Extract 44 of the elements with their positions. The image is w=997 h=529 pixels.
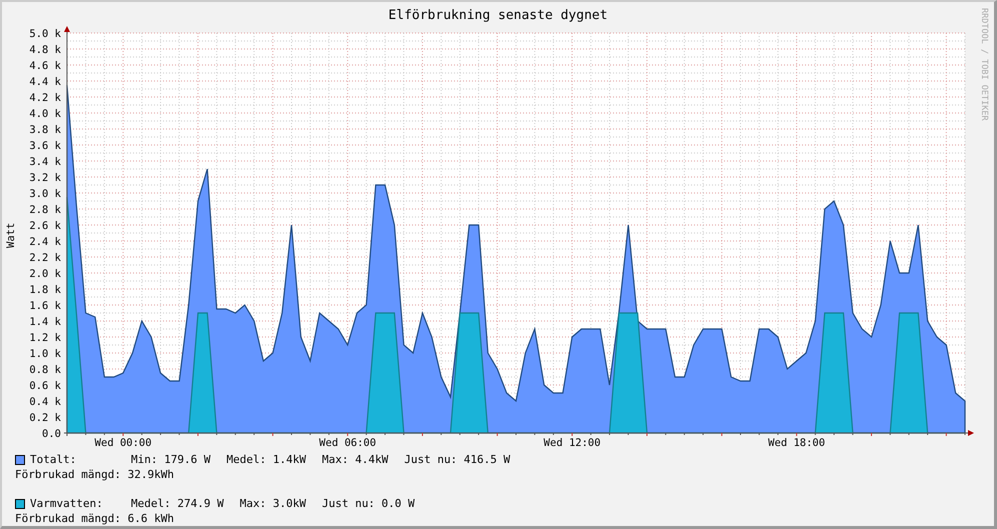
legend-stat: Max: 4.4kW: [322, 452, 388, 467]
y-tick-label: 1.2 k: [29, 332, 61, 344]
y-axis-label: Watt: [5, 222, 17, 248]
y-tick-label: 4.4 k: [29, 76, 61, 88]
x-tick-label: Wed 18:00: [768, 437, 826, 449]
legend-total: Förbrukad mängd: 6.6 kWh: [15, 512, 174, 525]
y-tick-label: 1.6 k: [29, 300, 61, 312]
y-tick-label: 1.0 k: [29, 348, 61, 360]
chart-title: Elförbrukning senaste dygnet: [388, 8, 608, 23]
x-tick-label: Wed 06:00: [319, 437, 376, 449]
legend-label: Varmvatten:: [30, 496, 104, 511]
y-tick-label: 4.6 k: [29, 60, 61, 72]
y-tick-label: 1.4 k: [29, 316, 61, 328]
legend-stat: Medel: 1.4kW: [226, 452, 306, 467]
y-tick-label: 5.0 k: [29, 28, 61, 40]
y-tick-label: 4.8 k: [29, 44, 61, 56]
x-tick-label: Wed 12:00: [544, 437, 601, 449]
legend-stat: Max: 3.0kW: [240, 496, 306, 511]
legend-label: Totalt:: [30, 452, 78, 467]
legend-total: Förbrukad mängd: 32.9kWh: [15, 468, 174, 481]
y-tick-label: 2.6 k: [29, 220, 61, 232]
y-tick-label: 3.2 k: [29, 172, 61, 184]
y-tick-label: 2.4 k: [29, 236, 61, 248]
y-tick-label: 0.6 k: [29, 380, 61, 392]
y-tick-label: 3.4 k: [29, 156, 61, 168]
x-tick-label: Wed 00:00: [94, 437, 152, 449]
y-tick-label: 2.0 k: [29, 268, 61, 280]
y-tick-label: 1.8 k: [29, 284, 61, 296]
side-label: RRDTOOL / TOBI OETIKER: [979, 8, 989, 121]
y-tick-label: 0.8 k: [29, 364, 61, 376]
y-tick-label: 3.0 k: [29, 188, 61, 200]
y-tick-label: 0.2 k: [29, 412, 61, 424]
y-tick-label: 0.0: [42, 428, 61, 440]
y-tick-label: 4.2 k: [29, 92, 61, 104]
y-tick-label: 0.4 k: [29, 396, 61, 408]
legend-stat: Medel: 274.9 W: [131, 496, 224, 511]
y-tick-label: 2.2 k: [29, 252, 61, 264]
y-tick-label: 4.0 k: [29, 108, 61, 120]
y-tick-label: 3.6 k: [29, 140, 61, 152]
y-tick-label: 2.8 k: [29, 204, 61, 216]
y-tick-label: 3.8 k: [29, 124, 61, 136]
legend-stat: Just nu: 0.0 W: [322, 496, 415, 511]
legend-stat: Just nu: 416.5 W: [404, 452, 510, 467]
legend-stat: Min: 179.6 W: [131, 452, 210, 467]
